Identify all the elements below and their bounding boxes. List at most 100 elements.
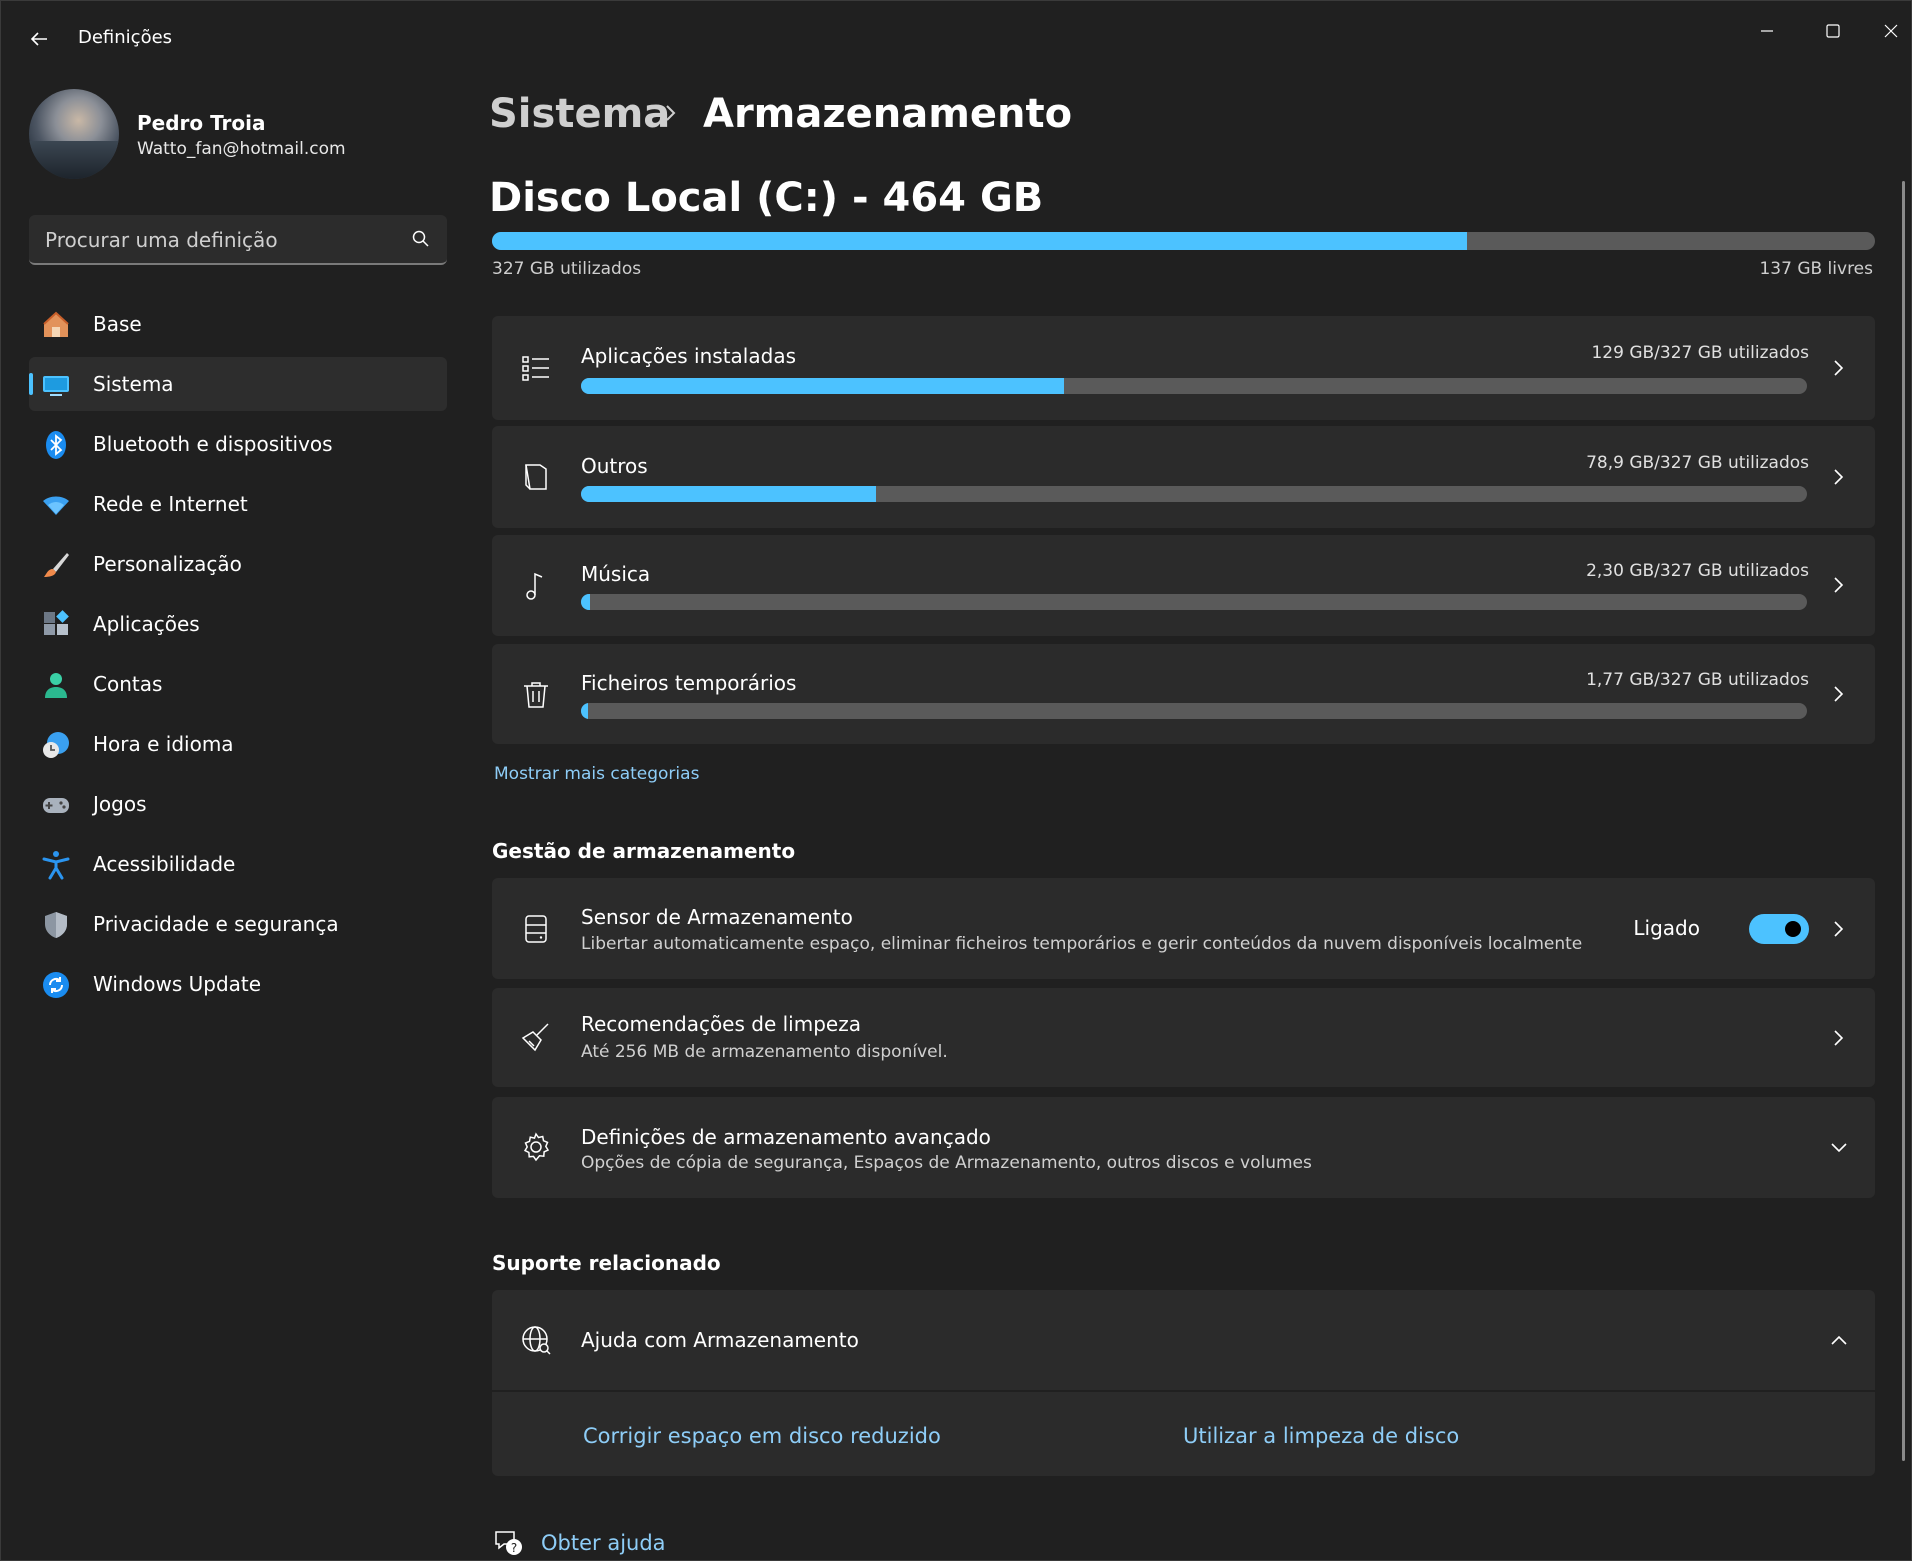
category-card-temp-files[interactable]: Ficheiros temporários 1,77 GB/327 GB uti… <box>492 644 1875 744</box>
storage-sense-title: Sensor de Armazenamento <box>581 905 853 929</box>
category-bar-fill <box>581 486 877 502</box>
category-bar <box>581 594 1807 610</box>
storage-drive-icon <box>525 915 547 943</box>
sidebar-item-personalization[interactable]: Personalização <box>29 537 447 591</box>
apps-list-icon <box>522 356 549 381</box>
back-button[interactable] <box>23 23 55 55</box>
fix-low-disk-space-link[interactable]: Corrigir espaço em disco reduzido <box>583 1424 941 1448</box>
category-bar <box>581 486 1807 502</box>
sidebar-item-label: Privacidade e segurança <box>93 912 339 936</box>
close-icon <box>1884 24 1898 38</box>
category-bar-fill <box>581 703 589 719</box>
disk-usage-bar <box>492 232 1875 250</box>
storage-help-links: Corrigir espaço em disco reduzido Utiliz… <box>492 1392 1875 1476</box>
sidebar-item-time-language[interactable]: Hora e idioma <box>29 717 447 771</box>
sidebar-nav: Base Sistema Bluetooth e dispositivos Re… <box>29 297 447 1017</box>
apps-icon <box>44 610 69 635</box>
storage-sense-card[interactable]: Sensor de Armazenamento Libertar automat… <box>492 878 1875 979</box>
category-label: Música <box>581 562 651 586</box>
section-heading-support: Suporte relacionado <box>492 1251 721 1275</box>
avatar <box>29 89 119 179</box>
user-name: Pedro Troia <box>137 111 266 135</box>
chevron-right-icon <box>1834 686 1844 702</box>
category-bar-fill <box>581 594 590 610</box>
sidebar-item-accounts[interactable]: Contas <box>29 657 447 711</box>
storage-help-header[interactable]: Ajuda com Armazenamento <box>492 1290 1875 1390</box>
close-button[interactable] <box>1863 11 1912 51</box>
sidebar-item-label: Contas <box>93 672 163 696</box>
time-language-icon <box>43 732 69 758</box>
user-profile[interactable]: Pedro Troia Watto_fan@hotmail.com <box>29 89 449 181</box>
disk-used-label: 327 GB utilizados <box>492 259 642 279</box>
section-heading-management: Gestão de armazenamento <box>492 839 796 863</box>
sidebar-item-network[interactable]: Rede e Internet <box>29 477 447 531</box>
show-more-categories-link[interactable]: Mostrar mais categorias <box>494 764 699 784</box>
scrollbar[interactable] <box>1902 181 1905 1461</box>
sidebar-item-apps[interactable]: Aplicações <box>29 597 447 651</box>
chevron-right-icon <box>1834 577 1844 593</box>
settings-window: Definições Pedro Troia Watto_fan@hotmail… <box>0 0 1912 1561</box>
category-bar <box>581 703 1807 719</box>
search-input[interactable]: Procurar uma definição <box>29 215 447 265</box>
advanced-storage-desc: Opções de cópia de segurança, Espaços de… <box>581 1153 1312 1173</box>
sidebar-item-accessibility[interactable]: Acessibilidade <box>29 837 447 891</box>
account-icon <box>45 673 67 698</box>
app-title: Definições <box>78 27 173 48</box>
other-files-icon <box>525 464 547 490</box>
maximize-button[interactable] <box>1805 11 1861 51</box>
cleanup-recommendations-card[interactable]: Recomendações de limpeza Até 256 MB de a… <box>492 988 1875 1087</box>
sidebar-item-windows-update[interactable]: Windows Update <box>29 957 447 1011</box>
category-bar-fill <box>581 378 1065 394</box>
category-label: Ficheiros temporários <box>581 671 797 695</box>
sidebar-item-label: Windows Update <box>93 972 262 996</box>
system-icon <box>43 376 69 396</box>
maximize-icon <box>1826 24 1840 38</box>
search-placeholder: Procurar uma definição <box>45 228 278 252</box>
category-label: Aplicações instaladas <box>581 344 796 368</box>
category-usage: 78,9 GB/327 GB utilizados <box>1586 453 1809 473</box>
get-help-link[interactable]: Obter ajuda <box>541 1531 666 1555</box>
search-icon <box>412 230 429 247</box>
disk-usage-fill <box>492 232 1467 250</box>
disk-title: Disco Local (C:) - 464 GB <box>489 175 1044 221</box>
chevron-up-icon <box>1831 1335 1847 1345</box>
category-bar <box>581 378 1807 394</box>
disk-cleanup-link[interactable]: Utilizar a limpeza de disco <box>1183 1424 1459 1448</box>
disk-free-label: 137 GB livres <box>1759 259 1873 279</box>
sidebar-item-label: Sistema <box>93 372 174 396</box>
storage-help-title: Ajuda com Armazenamento <box>581 1328 859 1352</box>
storage-sense-toggle[interactable] <box>1749 914 1809 944</box>
category-card-music[interactable]: Música 2,30 GB/327 GB utilizados <box>492 535 1875 636</box>
sidebar-item-privacy[interactable]: Privacidade e segurança <box>29 897 447 951</box>
chevron-right-icon <box>666 105 676 121</box>
trash-icon <box>524 682 548 708</box>
broom-icon <box>521 1023 549 1052</box>
advanced-storage-card[interactable]: Definições de armazenamento avançado Opç… <box>492 1097 1875 1198</box>
sidebar-item-label: Aplicações <box>93 612 200 636</box>
toggle-knob <box>1785 921 1801 937</box>
sidebar-item-label: Personalização <box>93 552 242 576</box>
music-note-icon <box>526 572 543 600</box>
gamepad-icon <box>43 798 69 813</box>
sidebar-item-label: Hora e idioma <box>93 732 234 756</box>
globe-search-icon <box>522 1326 551 1355</box>
sidebar-item-sistema[interactable]: Sistema <box>29 357 447 411</box>
gear-icon <box>523 1132 550 1162</box>
get-help-icon: ? <box>495 1531 522 1555</box>
category-card-apps[interactable]: Aplicações instaladas 129 GB/327 GB util… <box>492 316 1875 420</box>
sidebar-item-bluetooth[interactable]: Bluetooth e dispositivos <box>29 417 447 471</box>
minimize-button[interactable] <box>1739 11 1795 51</box>
wifi-icon <box>43 496 69 515</box>
back-arrow-icon <box>30 32 47 46</box>
user-email: Watto_fan@hotmail.com <box>137 139 346 159</box>
advanced-storage-title: Definições de armazenamento avançado <box>581 1125 991 1149</box>
brush-icon <box>44 553 69 577</box>
sidebar-item-label: Jogos <box>93 792 147 816</box>
sidebar-item-gaming[interactable]: Jogos <box>29 777 447 831</box>
chevron-right-icon <box>1834 921 1844 937</box>
category-card-other[interactable]: Outros 78,9 GB/327 GB utilizados <box>492 426 1875 528</box>
sidebar-item-label: Rede e Internet <box>93 492 248 516</box>
sidebar-item-base[interactable]: Base <box>29 297 447 351</box>
bluetooth-icon <box>46 431 66 459</box>
breadcrumb-parent[interactable]: Sistema <box>489 91 670 137</box>
